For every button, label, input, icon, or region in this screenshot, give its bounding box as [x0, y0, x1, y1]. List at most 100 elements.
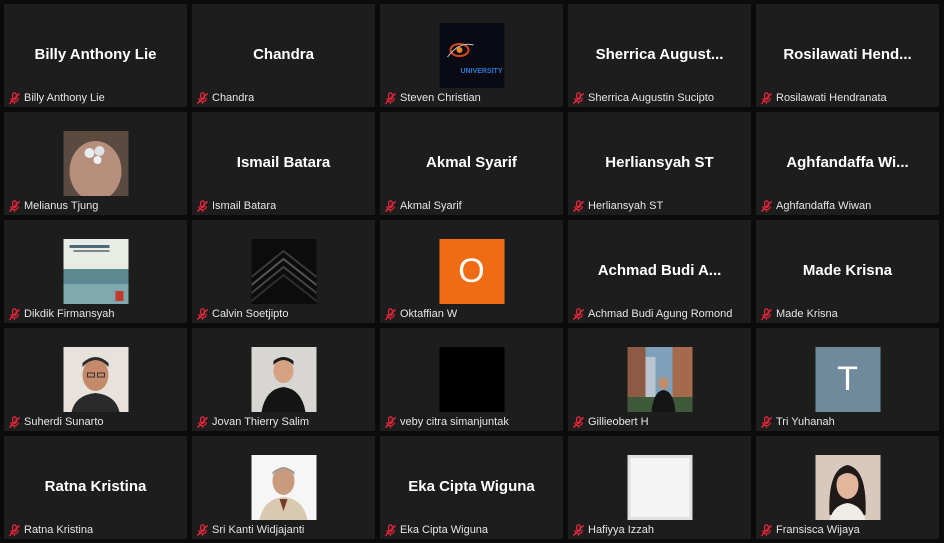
participant-name-bar: Suherdi Sunarto: [8, 415, 181, 429]
participant-tile-akmal-syarif[interactable]: Akmal Syarif Akmal Syarif: [380, 112, 563, 215]
participant-display-name: Sherrica August...: [595, 46, 724, 63]
participant-display-name: Billy Anthony Lie: [34, 46, 157, 63]
participant-tile-sherrica-augustin-sucipto[interactable]: Sherrica August... Sherrica Augustin Suc…: [568, 4, 751, 107]
participant-name-bar: Achmad Budi Agung Romond: [572, 307, 745, 321]
avatar-initial: O: [458, 252, 485, 290]
participant-avatar: T: [815, 347, 880, 412]
participant-name-bar: Fransisca Wijaya: [760, 523, 933, 537]
participant-name-bar: Hafiyya Izzah: [572, 523, 745, 537]
participant-video-thumbnail: [63, 347, 128, 412]
muted-mic-icon: [196, 91, 209, 105]
participant-name-bar: Ratna Kristina: [8, 523, 181, 537]
participant-name-bar: Herliansyah ST: [572, 199, 745, 213]
muted-mic-icon: [572, 307, 585, 321]
participant-name-label: Made Krisna: [776, 308, 838, 320]
participant-tile-suherdi-sunarto[interactable]: Suherdi Sunarto: [4, 328, 187, 431]
participant-tile-dikdik-firmansyah[interactable]: Dikdik Firmansyah: [4, 220, 187, 323]
participant-name-label: Achmad Budi Agung Romond: [588, 308, 733, 320]
participant-name-label: Calvin Soetjipto: [212, 308, 289, 320]
participant-name-label: Oktaffian W: [400, 308, 458, 320]
participant-tile-achmad-budi-agung-romond[interactable]: Achmad Budi A... Achmad Budi Agung Romon…: [568, 220, 751, 323]
participant-name-bar: Aghfandaffa Wiwan: [760, 199, 933, 213]
muted-mic-icon: [384, 91, 397, 105]
participant-name-label: Chandra: [212, 92, 255, 104]
participant-display-name: Herliansyah ST: [605, 154, 714, 171]
participant-name-label: Sri Kanti Widjajanti: [212, 524, 305, 536]
participant-name-bar: Gillieobert H: [572, 415, 745, 429]
muted-mic-icon: [196, 199, 209, 213]
participant-avatar: O: [439, 239, 504, 304]
participant-tile-oktaffian-w[interactable]: O Oktaffian W: [380, 220, 563, 323]
participant-name-label: Eka Cipta Wiguna: [400, 524, 489, 536]
participant-name-bar: Dikdik Firmansyah: [8, 307, 181, 321]
participant-video-thumbnail: [251, 347, 316, 412]
participant-video-thumbnail: [63, 131, 128, 196]
participant-name-label: Gillieobert H: [588, 416, 649, 428]
muted-mic-icon: [572, 199, 585, 213]
participant-tile-steven-christian[interactable]: UNIVERSITY Steven Christian: [380, 4, 563, 107]
participant-name-label: veby citra simanjuntak: [400, 416, 509, 428]
muted-mic-icon: [384, 523, 397, 537]
participant-name-bar: Tri Yuhanah: [760, 415, 933, 429]
participant-tile-chandra[interactable]: Chandra Chandra: [192, 4, 375, 107]
muted-mic-icon: [572, 415, 585, 429]
participant-tile-melianus-tjung[interactable]: Melianus Tjung: [4, 112, 187, 215]
participant-tile-made-krisna[interactable]: Made Krisna Made Krisna: [756, 220, 939, 323]
participant-name-label: Rosilawati Hendranata: [776, 92, 887, 104]
participant-tile-rosilawati-hendranata[interactable]: Rosilawati Hend... Rosilawati Hendranata: [756, 4, 939, 107]
muted-mic-icon: [8, 199, 21, 213]
muted-mic-icon: [196, 307, 209, 321]
participant-tile-fransisca-wijaya[interactable]: Fransisca Wijaya: [756, 436, 939, 539]
university-logo-text: UNIVERSITY: [460, 68, 502, 75]
participant-name-label: Dikdik Firmansyah: [24, 308, 115, 320]
participant-tile-eka-cipta-wiguna[interactable]: Eka Cipta Wiguna Eka Cipta Wiguna: [380, 436, 563, 539]
participant-name-bar: Oktaffian W: [384, 307, 557, 321]
participant-display-name: Achmad Budi A...: [597, 262, 722, 279]
participant-tile-hafiyya-izzah[interactable]: Hafiyya Izzah: [568, 436, 751, 539]
participant-name-label: Fransisca Wijaya: [776, 524, 860, 536]
participant-tile-billy-anthony-lie[interactable]: Billy Anthony Lie Billy Anthony Lie: [4, 4, 187, 107]
participant-video-thumbnail: [815, 455, 880, 520]
participant-name-label: Ratna Kristina: [24, 524, 94, 536]
participant-name-bar: veby citra simanjuntak: [384, 415, 557, 429]
participant-video-thumbnail: [439, 347, 504, 412]
participant-tile-ismail-batara[interactable]: Ismail Batara Ismail Batara: [192, 112, 375, 215]
participant-tile-sri-kanti-widjajanti[interactable]: Sri Kanti Widjajanti: [192, 436, 375, 539]
participant-name-bar: Rosilawati Hendranata: [760, 91, 933, 105]
participant-display-name: Made Krisna: [802, 262, 893, 279]
participant-name-bar: Sherrica Augustin Sucipto: [572, 91, 745, 105]
muted-mic-icon: [572, 523, 585, 537]
muted-mic-icon: [760, 91, 773, 105]
muted-mic-icon: [760, 523, 773, 537]
muted-mic-icon: [8, 307, 21, 321]
participant-tile-calvin-soetjipto[interactable]: Calvin Soetjipto: [192, 220, 375, 323]
participant-tile-herliansyah-st[interactable]: Herliansyah ST Herliansyah ST: [568, 112, 751, 215]
muted-mic-icon: [8, 523, 21, 537]
participant-video-thumbnail: [627, 347, 692, 412]
participant-tile-ratna-kristina[interactable]: Ratna Kristina Ratna Kristina: [4, 436, 187, 539]
participant-tile-aghfandaffa-wiwan[interactable]: Aghfandaffa Wi... Aghfandaffa Wiwan: [756, 112, 939, 215]
participant-video-thumbnail: [627, 455, 692, 520]
participant-name-bar: Billy Anthony Lie: [8, 91, 181, 105]
participant-display-name: Eka Cipta Wiguna: [408, 478, 535, 495]
muted-mic-icon: [384, 415, 397, 429]
participant-name-bar: Steven Christian: [384, 91, 557, 105]
participant-video-thumbnail: [251, 455, 316, 520]
muted-mic-icon: [384, 307, 397, 321]
muted-mic-icon: [760, 307, 773, 321]
muted-mic-icon: [760, 415, 773, 429]
participant-tile-tri-yuhanah[interactable]: T Tri Yuhanah: [756, 328, 939, 431]
participant-tile-gillieobert-h[interactable]: Gillieobert H: [568, 328, 751, 431]
participant-name-bar: Calvin Soetjipto: [196, 307, 369, 321]
participant-tile-jovan-thierry-salim[interactable]: Jovan Thierry Salim: [192, 328, 375, 431]
participant-tile-veby-citra-simanjuntak[interactable]: veby citra simanjuntak: [380, 328, 563, 431]
participant-video-thumbnail: UNIVERSITY: [439, 23, 504, 88]
muted-mic-icon: [384, 199, 397, 213]
participant-name-label: Ismail Batara: [212, 200, 277, 212]
participant-video-thumbnail: [63, 239, 128, 304]
participant-name-bar: Made Krisna: [760, 307, 933, 321]
muted-mic-icon: [8, 415, 21, 429]
participant-name-label: Aghfandaffa Wiwan: [776, 200, 872, 212]
participant-name-label: Tri Yuhanah: [776, 416, 835, 428]
participant-display-name: Rosilawati Hend...: [783, 46, 912, 63]
